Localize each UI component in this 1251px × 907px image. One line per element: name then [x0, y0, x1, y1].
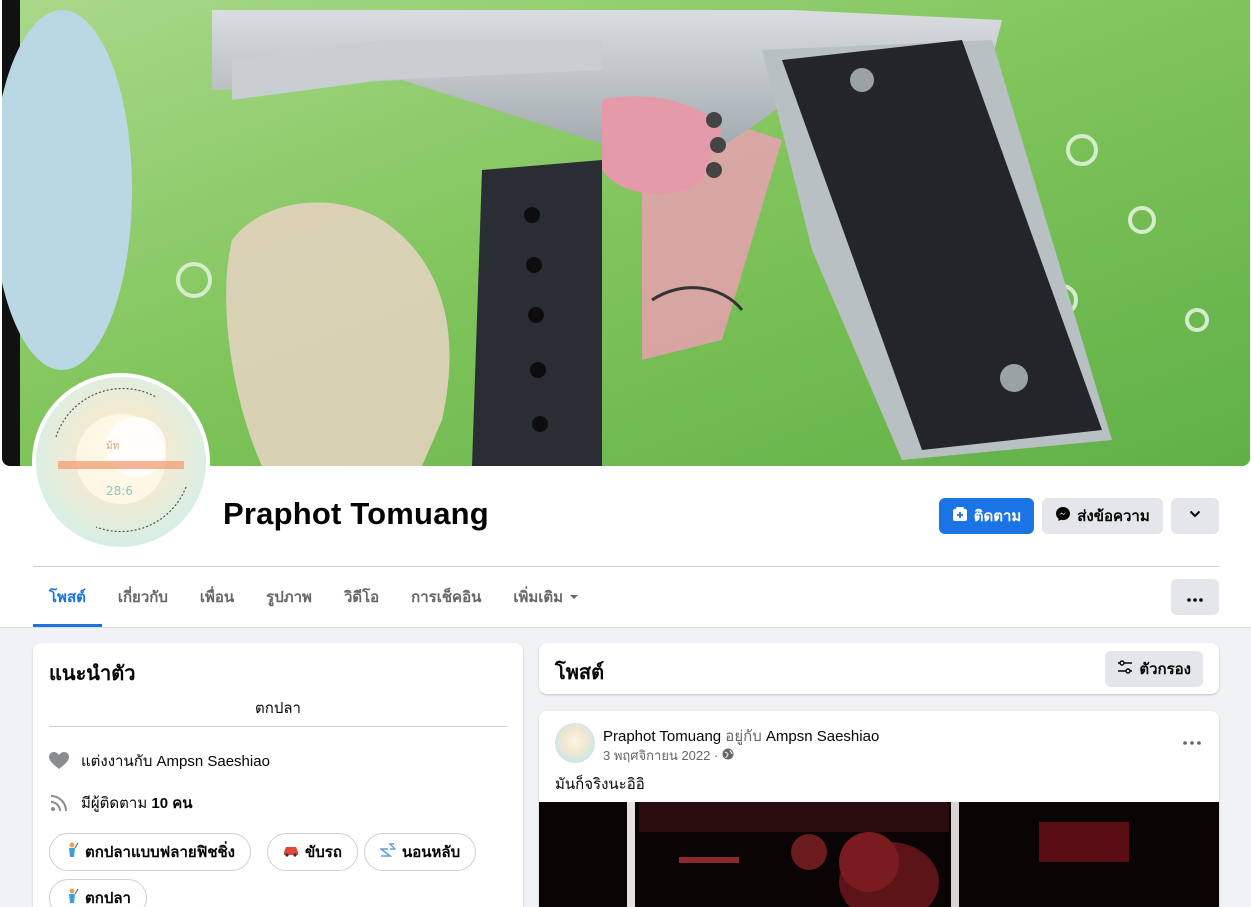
filter-icon	[1117, 660, 1133, 678]
intro-divider	[49, 726, 507, 727]
tab-photos[interactable]: รูปภาพ	[250, 567, 328, 627]
hobby-sleeping[interactable]: นอนหลับ	[364, 833, 477, 871]
post-author-avatar[interactable]	[555, 723, 595, 763]
rss-icon	[49, 793, 69, 813]
message-label: ส่งข้อความ	[1077, 508, 1150, 525]
profile-name: Praphot Tomuang	[223, 496, 489, 531]
header-bottom-border	[0, 627, 1251, 628]
filter-button[interactable]: ตัวกรอง	[1105, 651, 1203, 687]
svg-text:ม้ท: ม้ท	[106, 440, 119, 452]
post-tagged-name[interactable]: Ampsn Saeshiao	[766, 728, 879, 745]
ellipsis-icon	[1183, 729, 1201, 749]
caret-down-icon	[569, 589, 579, 606]
tab-about[interactable]: เกี่ยวกับ	[102, 567, 184, 627]
posts-title: โพสต์	[555, 662, 605, 684]
intro-bio: ตกปลา	[255, 700, 301, 717]
sleeping-icon	[378, 843, 397, 861]
hobby-driving[interactable]: ขับรถ	[267, 833, 358, 871]
post-text: มันก็จริงนะอิอิ	[555, 776, 645, 793]
post-card: Praphot Tomuang อยู่กับ Ampsn Saeshiao 3…	[539, 711, 1219, 907]
profile-picture[interactable]: ม้ท 28:6	[32, 373, 210, 551]
chevron-down-icon	[1188, 507, 1202, 525]
tabs-overflow-button[interactable]	[1171, 579, 1219, 615]
intro-title: แนะนำตัว	[49, 663, 136, 685]
cover-photo[interactable]	[2, 0, 1250, 466]
tab-friends[interactable]: เพื่อน	[184, 567, 250, 627]
post-options-button[interactable]	[1183, 729, 1201, 750]
intro-card: แนะนำตัว ตกปลา แต่งงานกับ Ampsn Saeshiao…	[33, 643, 523, 907]
car-icon	[283, 844, 299, 861]
post-meta: 3 พฤศจิกายน 2022 ·	[603, 745, 734, 766]
tab-more[interactable]: เพิ่มเติม	[497, 567, 595, 627]
tab-posts[interactable]: โพสต์	[33, 567, 102, 627]
profile-tabs: โพสต์ เกี่ยวกับ เพื่อน รูปภาพ วิดีโอ การ…	[33, 567, 595, 627]
follow-label: ติดตาม	[973, 508, 1022, 525]
post-author-name[interactable]: Praphot Tomuang	[603, 728, 721, 745]
relationship-row: แต่งงานกับ Ampsn Saeshiao	[49, 749, 270, 773]
tab-videos[interactable]: วิดีโอ	[328, 567, 395, 627]
heart-icon	[49, 751, 69, 771]
messenger-icon	[1055, 506, 1071, 526]
profile-picture-image: ม้ท 28:6	[36, 377, 206, 547]
hobby-fishing[interactable]: ตกปลา	[49, 879, 147, 907]
profile-header: ม้ท 28:6 Praphot Tomuang ติดตาม ส่งข้อคว…	[0, 0, 1251, 627]
post-date[interactable]: 3 พฤศจิกายน 2022 ·	[603, 745, 718, 766]
posts-header-card: โพสต์ ตัวกรอง	[539, 643, 1219, 694]
svg-text:28:6: 28:6	[106, 484, 133, 498]
ellipsis-icon	[1187, 589, 1203, 606]
followers-row[interactable]: มีผู้ติดตาม 10 คน	[49, 791, 193, 815]
follow-button[interactable]: ติดตาม	[939, 498, 1034, 534]
hobby-fly-fishing[interactable]: ตกปลาแบบฟลายฟิชชิ่ง	[49, 833, 251, 871]
fishing-icon	[65, 888, 79, 907]
relationship-text: แต่งงานกับ Ampsn Saeshiao	[81, 753, 270, 770]
follow-icon	[952, 506, 968, 526]
post-photo[interactable]	[539, 802, 1219, 907]
message-button[interactable]: ส่งข้อความ	[1042, 498, 1163, 534]
fishing-icon	[65, 842, 79, 862]
followers-count: 10 คน	[151, 795, 193, 812]
followers-text: มีผู้ติดตาม 10 คน	[81, 795, 193, 812]
more-options-button[interactable]	[1171, 498, 1219, 534]
tab-checkins[interactable]: การเช็คอิน	[395, 567, 497, 627]
globe-icon	[722, 748, 734, 763]
